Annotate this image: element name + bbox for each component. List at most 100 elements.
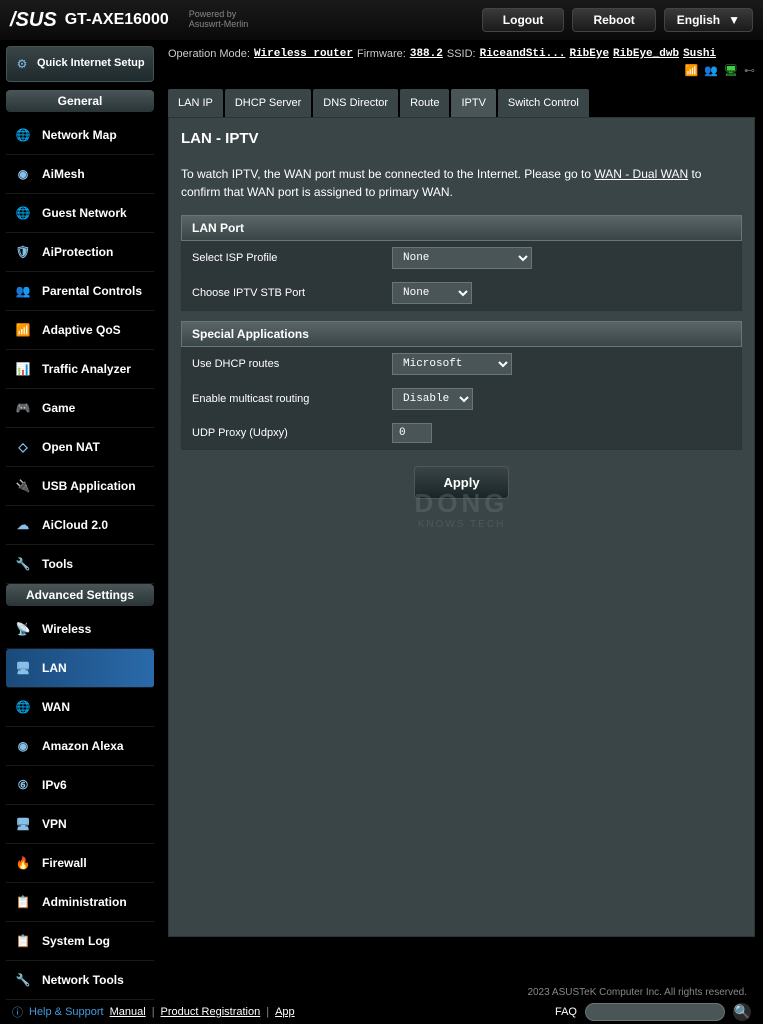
ssid-link[interactable]: RibEye xyxy=(569,48,609,60)
menu-icon: 🔧 xyxy=(12,969,34,991)
menu-icon: 📋 xyxy=(12,891,34,913)
sidebar-item-amazon-alexa[interactable]: ◉Amazon Alexa xyxy=(6,727,154,766)
panel-description: To watch IPTV, the WAN port must be conn… xyxy=(181,165,742,201)
ssid-link[interactable]: RibEye_dwb xyxy=(613,48,679,60)
chevron-down-icon: ▼ xyxy=(728,13,740,27)
faq-search-input[interactable] xyxy=(585,1003,725,1021)
sidebar-item-aiprotection[interactable]: 🛡AiProtection xyxy=(6,233,154,272)
tab-dhcp-server[interactable]: DHCP Server xyxy=(225,89,311,117)
sidebar-item-label: Adaptive QoS xyxy=(42,323,121,337)
sidebar-item-label: Game xyxy=(42,401,75,415)
tab-switch-control[interactable]: Switch Control xyxy=(498,89,589,117)
monitor-icon[interactable]: 🖥 xyxy=(724,64,738,77)
sidebar-item-label: Amazon Alexa xyxy=(42,739,124,753)
menu-icon: 🖥 xyxy=(12,657,34,679)
product-registration-link[interactable]: Product Registration xyxy=(161,1006,261,1018)
watermark: DONG KNOWS TECH xyxy=(415,488,509,530)
isp-profile-select[interactable]: None xyxy=(392,247,532,269)
status-bar: Operation Mode: Wireless router Firmware… xyxy=(168,44,755,81)
copyright: 2023 ASUSTeK Computer Inc. All rights re… xyxy=(527,987,747,998)
sidebar-item-network-tools[interactable]: 🔧 Network Tools xyxy=(6,961,154,1000)
op-mode-link[interactable]: Wireless router xyxy=(254,48,353,60)
sidebar-item-label: Network Map xyxy=(42,128,117,142)
sidebar-item-tools[interactable]: 🔧 Tools xyxy=(6,545,154,584)
menu-icon: 📡 xyxy=(12,618,34,640)
menu-icon: 🌐 xyxy=(12,202,34,224)
sidebar-item-wireless[interactable]: 📡 Wireless xyxy=(6,610,154,649)
help-support-link[interactable]: Help & Support xyxy=(29,1006,104,1018)
tabs: LAN IPDHCP ServerDNS DirectorRouteIPTVSw… xyxy=(168,89,755,117)
tab-iptv[interactable]: IPTV xyxy=(451,89,495,117)
menu-icon: 🛡 xyxy=(12,241,34,263)
sidebar-item-open-nat[interactable]: ◇ Open NAT xyxy=(6,428,154,467)
users-icon[interactable]: 👥 xyxy=(704,64,718,77)
language-button[interactable]: English ▼ xyxy=(664,8,753,32)
gear-icon: ⚙ xyxy=(13,55,31,73)
menu-icon: 🔌 xyxy=(12,475,34,497)
sidebar-item-guest-network[interactable]: 🌐 Guest Network xyxy=(6,194,154,233)
sidebar-item-system-log[interactable]: 📋System Log xyxy=(6,922,154,961)
help-icon: ⓘ xyxy=(12,1004,23,1020)
reboot-button[interactable]: Reboot xyxy=(572,8,655,32)
multicast-select[interactable]: Disable xyxy=(392,388,473,410)
tab-dns-director[interactable]: DNS Director xyxy=(313,89,398,117)
menu-icon: 🌐 xyxy=(12,696,34,718)
wifi-icon[interactable]: 📶 xyxy=(685,64,699,77)
menu-icon: ◇ xyxy=(12,436,34,458)
manual-link[interactable]: Manual xyxy=(110,1006,146,1018)
sidebar-item-label: Traffic Analyzer xyxy=(42,362,131,376)
menu-icon: 🎮 xyxy=(12,397,34,419)
sidebar-item-firewall[interactable]: 🔥Firewall xyxy=(6,844,154,883)
sidebar-item-label: Open NAT xyxy=(42,440,100,454)
sidebar-item-label: USB Application xyxy=(42,479,136,493)
sidebar: ⚙ Quick Internet Setup General 🌐Network … xyxy=(0,40,160,1000)
dual-wan-link[interactable]: WAN - Dual WAN xyxy=(594,167,688,181)
menu-icon: ◉ xyxy=(12,163,34,185)
faq-search-button[interactable]: 🔍 xyxy=(733,1003,751,1021)
sidebar-item-usb-application[interactable]: 🔌 USB Application xyxy=(6,467,154,506)
sidebar-item-wan[interactable]: 🌐 WAN xyxy=(6,688,154,727)
sidebar-item-game[interactable]: 🎮 Game xyxy=(6,389,154,428)
stb-port-select[interactable]: None xyxy=(392,282,472,304)
app-link[interactable]: App xyxy=(275,1006,295,1018)
model-name: GT-AXE16000 xyxy=(65,11,169,29)
logout-button[interactable]: Logout xyxy=(482,8,565,32)
tab-route[interactable]: Route xyxy=(400,89,449,117)
menu-icon: 🖥 xyxy=(12,813,34,835)
sidebar-item-network-map[interactable]: 🌐Network Map xyxy=(6,116,154,155)
quick-setup-button[interactable]: ⚙ Quick Internet Setup xyxy=(6,46,154,82)
sidebar-item-administration[interactable]: 📋 Administration xyxy=(6,883,154,922)
footer: ⓘ Help & Support Manual | Product Regist… xyxy=(0,1000,763,1024)
udp-proxy-input[interactable] xyxy=(392,423,432,443)
sidebar-item-label: LAN xyxy=(42,661,67,675)
content: Operation Mode: Wireless router Firmware… xyxy=(160,40,763,1000)
dhcp-routes-select[interactable]: Microsoft xyxy=(392,353,512,375)
sidebar-item-ipv6[interactable]: ⑥ IPv6 xyxy=(6,766,154,805)
sidebar-item-vpn[interactable]: 🖥 VPN xyxy=(6,805,154,844)
sidebar-item-label: AiCloud 2.0 xyxy=(42,518,108,532)
sidebar-item-label: VPN xyxy=(42,817,67,831)
menu-icon: ⑥ xyxy=(12,774,34,796)
sidebar-item-label: Guest Network xyxy=(42,206,127,220)
sidebar-item-traffic-analyzer[interactable]: 📊Traffic Analyzer xyxy=(6,350,154,389)
sidebar-item-aimesh[interactable]: ◉AiMesh xyxy=(6,155,154,194)
stb-port-label: Choose IPTV STB Port xyxy=(182,279,382,307)
sidebar-item-aicloud-2.0[interactable]: ☁AiCloud 2.0 xyxy=(6,506,154,545)
sidebar-item-label: Administration xyxy=(42,895,127,909)
sidebar-item-adaptive-qos[interactable]: 📶Adaptive QoS xyxy=(6,311,154,350)
sidebar-item-label: Tools xyxy=(42,557,73,571)
sidebar-item-label: IPv6 xyxy=(42,778,67,792)
usb-icon[interactable]: ⊷ xyxy=(744,64,755,77)
sidebar-item-label: Network Tools xyxy=(42,973,124,987)
firmware-link[interactable]: 388.2 xyxy=(410,48,443,60)
sidebar-item-label: WAN xyxy=(42,700,70,714)
sidebar-item-parental-controls[interactable]: 👥Parental Controls xyxy=(6,272,154,311)
ssid-link[interactable]: RiceandSti... xyxy=(480,48,566,60)
ssid-link[interactable]: Sushi xyxy=(683,48,716,60)
sidebar-item-lan[interactable]: 🖥 LAN xyxy=(6,649,154,688)
tab-lan-ip[interactable]: LAN IP xyxy=(168,89,223,117)
sidebar-item-label: Wireless xyxy=(42,622,91,636)
sidebar-item-label: Firewall xyxy=(42,856,87,870)
search-icon: 🔍 xyxy=(734,1004,751,1020)
menu-icon: 🔧 xyxy=(12,553,34,575)
